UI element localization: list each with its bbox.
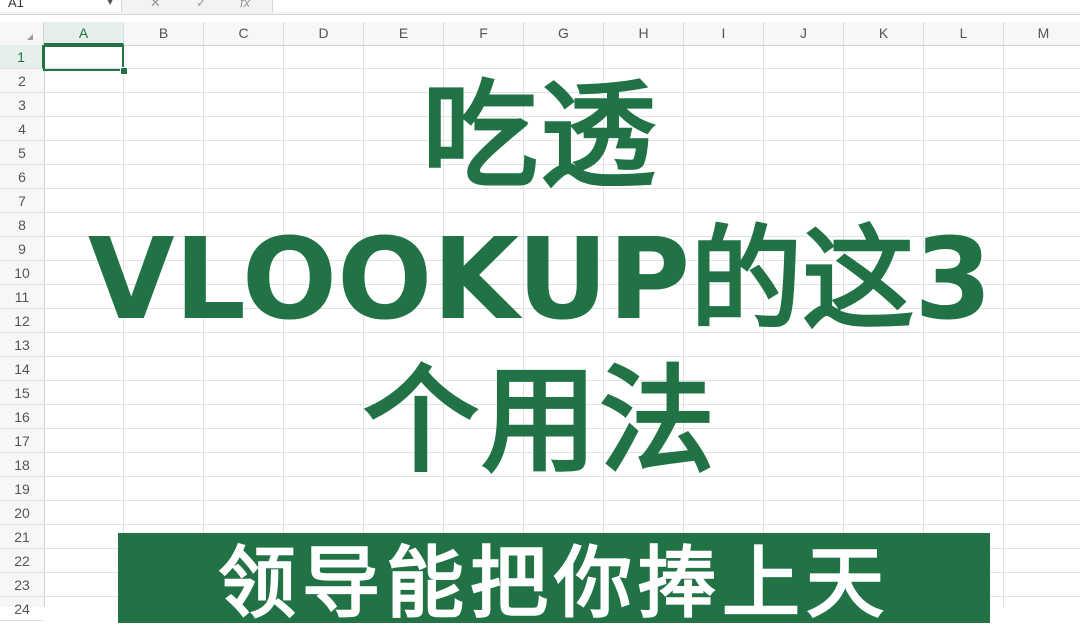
cancel-icon[interactable]: ✕ [150,0,161,12]
selected-cell[interactable] [43,45,124,71]
select-all-icon [27,34,33,40]
title-line-2: VLOOKUP的这3 [87,215,993,345]
column-header-f[interactable]: F [444,22,524,45]
column-header-a[interactable]: A [44,22,124,45]
name-box[interactable]: A1 ▼ [0,0,122,12]
column-header-k[interactable]: K [844,22,924,45]
select-all-button[interactable] [0,22,44,45]
column-header-m[interactable]: M [1004,22,1080,45]
column-header-d[interactable]: D [284,22,364,45]
column-header-i[interactable]: I [684,22,764,45]
function-icon[interactable]: fx [240,0,250,12]
banner-text: 领导能把你捧上天 [217,539,890,629]
column-header-g[interactable]: G [524,22,604,45]
title-line-1: 吃透 [422,69,658,204]
column-header-h[interactable]: H [604,22,684,45]
column-header-b[interactable]: B [124,22,204,45]
title-line-3: 个用法 [363,354,717,489]
row-header-22[interactable]: 22 [0,549,44,573]
row-header-23[interactable]: 23 [0,573,44,597]
column-header-e[interactable]: E [364,22,444,45]
row-header-21[interactable]: 21 [0,525,44,549]
formula-bar: A1 ▼ ✕ ✓ fx [0,0,1080,15]
row-header-24[interactable]: 24 [0,597,44,621]
formula-input[interactable] [272,0,1080,12]
subtitle-banner: 领导能把你捧上天 [118,533,990,629]
column-header-j[interactable]: J [764,22,844,45]
column-header: ABCDEFGHIJKLM [0,22,1080,46]
chevron-down-icon[interactable]: ▼ [105,0,115,12]
row-header-20[interactable]: 20 [0,501,44,525]
name-box-value: A1 [8,0,24,10]
row-header-1[interactable]: 1 [0,45,44,69]
confirm-icon[interactable]: ✓ [196,0,207,12]
column-header-l[interactable]: L [924,22,1004,45]
column-header-c[interactable]: C [204,22,284,45]
